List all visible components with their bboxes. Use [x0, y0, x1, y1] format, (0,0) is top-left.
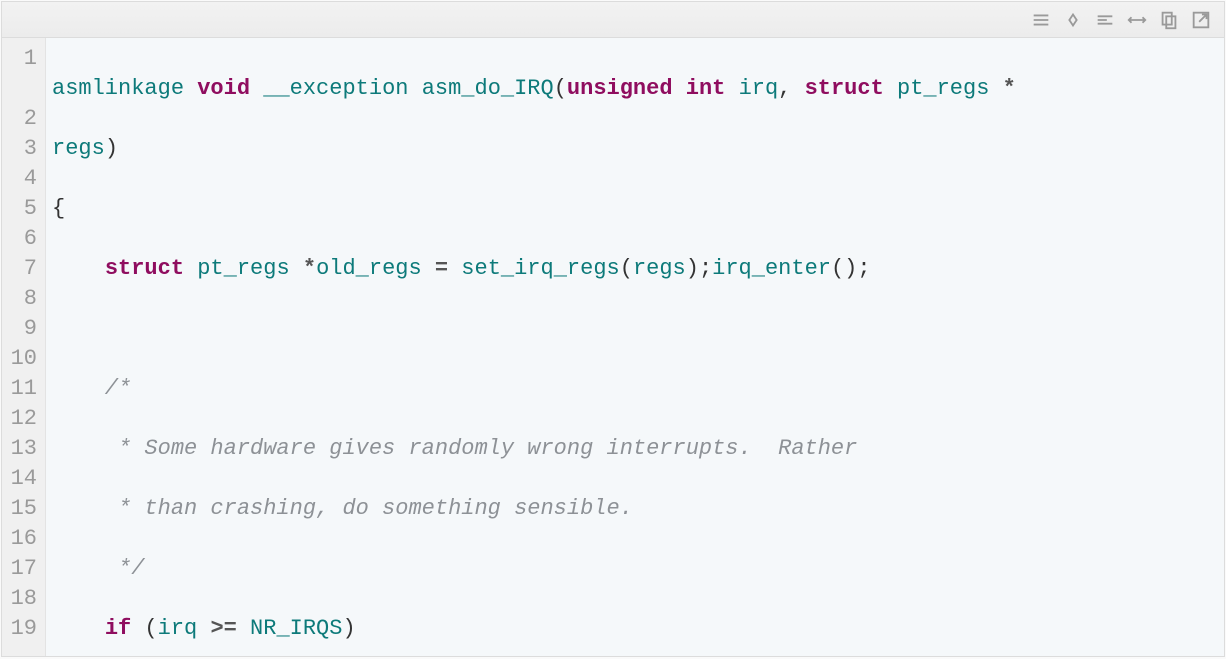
line-number: 18	[2, 584, 37, 614]
line-number: 11	[2, 374, 37, 404]
line-number: 1	[2, 44, 37, 74]
popout-icon[interactable]	[1186, 5, 1216, 35]
line-number: 6	[2, 224, 37, 254]
code-line: * Some hardware gives randomly wrong int…	[52, 434, 1224, 464]
code-line: /*	[52, 374, 1224, 404]
line-number: 7	[2, 254, 37, 284]
line-number: 16	[2, 524, 37, 554]
line-number-wrap	[2, 74, 37, 104]
code-line: {	[52, 194, 1224, 224]
code-line: struct pt_regs *old_regs = set_irq_regs(…	[52, 254, 1224, 284]
line-number: 10	[2, 344, 37, 374]
line-gutter: 1 2 3 4 5 6 7 8 9 10 11 12 13 14 15 16 1…	[2, 38, 46, 656]
line-number: 9	[2, 314, 37, 344]
code-area[interactable]: 1 2 3 4 5 6 7 8 9 10 11 12 13 14 15 16 1…	[2, 38, 1224, 656]
diamond-icon[interactable]	[1058, 5, 1088, 35]
code-line: */	[52, 554, 1224, 584]
lines-icon[interactable]	[1090, 5, 1120, 35]
line-number: 4	[2, 164, 37, 194]
line-number: 19	[2, 614, 37, 644]
line-number: 2	[2, 104, 37, 134]
code-line: if (irq >= NR_IRQS)	[52, 614, 1224, 644]
line-number: 3	[2, 134, 37, 164]
code-line: * than crashing, do something sensible.	[52, 494, 1224, 524]
editor-toolbar	[2, 2, 1224, 38]
code-line	[52, 314, 1224, 344]
line-number: 17	[2, 554, 37, 584]
code-text[interactable]: asmlinkage void __exception asm_do_IRQ(u…	[46, 38, 1224, 656]
menu-icon[interactable]	[1026, 5, 1056, 35]
copy-doc-icon[interactable]	[1154, 5, 1184, 35]
line-number: 14	[2, 464, 37, 494]
code-editor: 1 2 3 4 5 6 7 8 9 10 11 12 13 14 15 16 1…	[1, 1, 1225, 657]
line-number: 12	[2, 404, 37, 434]
code-line: regs)	[52, 134, 1224, 164]
line-number: 8	[2, 284, 37, 314]
line-number: 13	[2, 434, 37, 464]
code-line: asmlinkage void __exception asm_do_IRQ(u…	[52, 74, 1224, 104]
expand-h-icon[interactable]	[1122, 5, 1152, 35]
line-number: 15	[2, 494, 37, 524]
line-number: 5	[2, 194, 37, 224]
